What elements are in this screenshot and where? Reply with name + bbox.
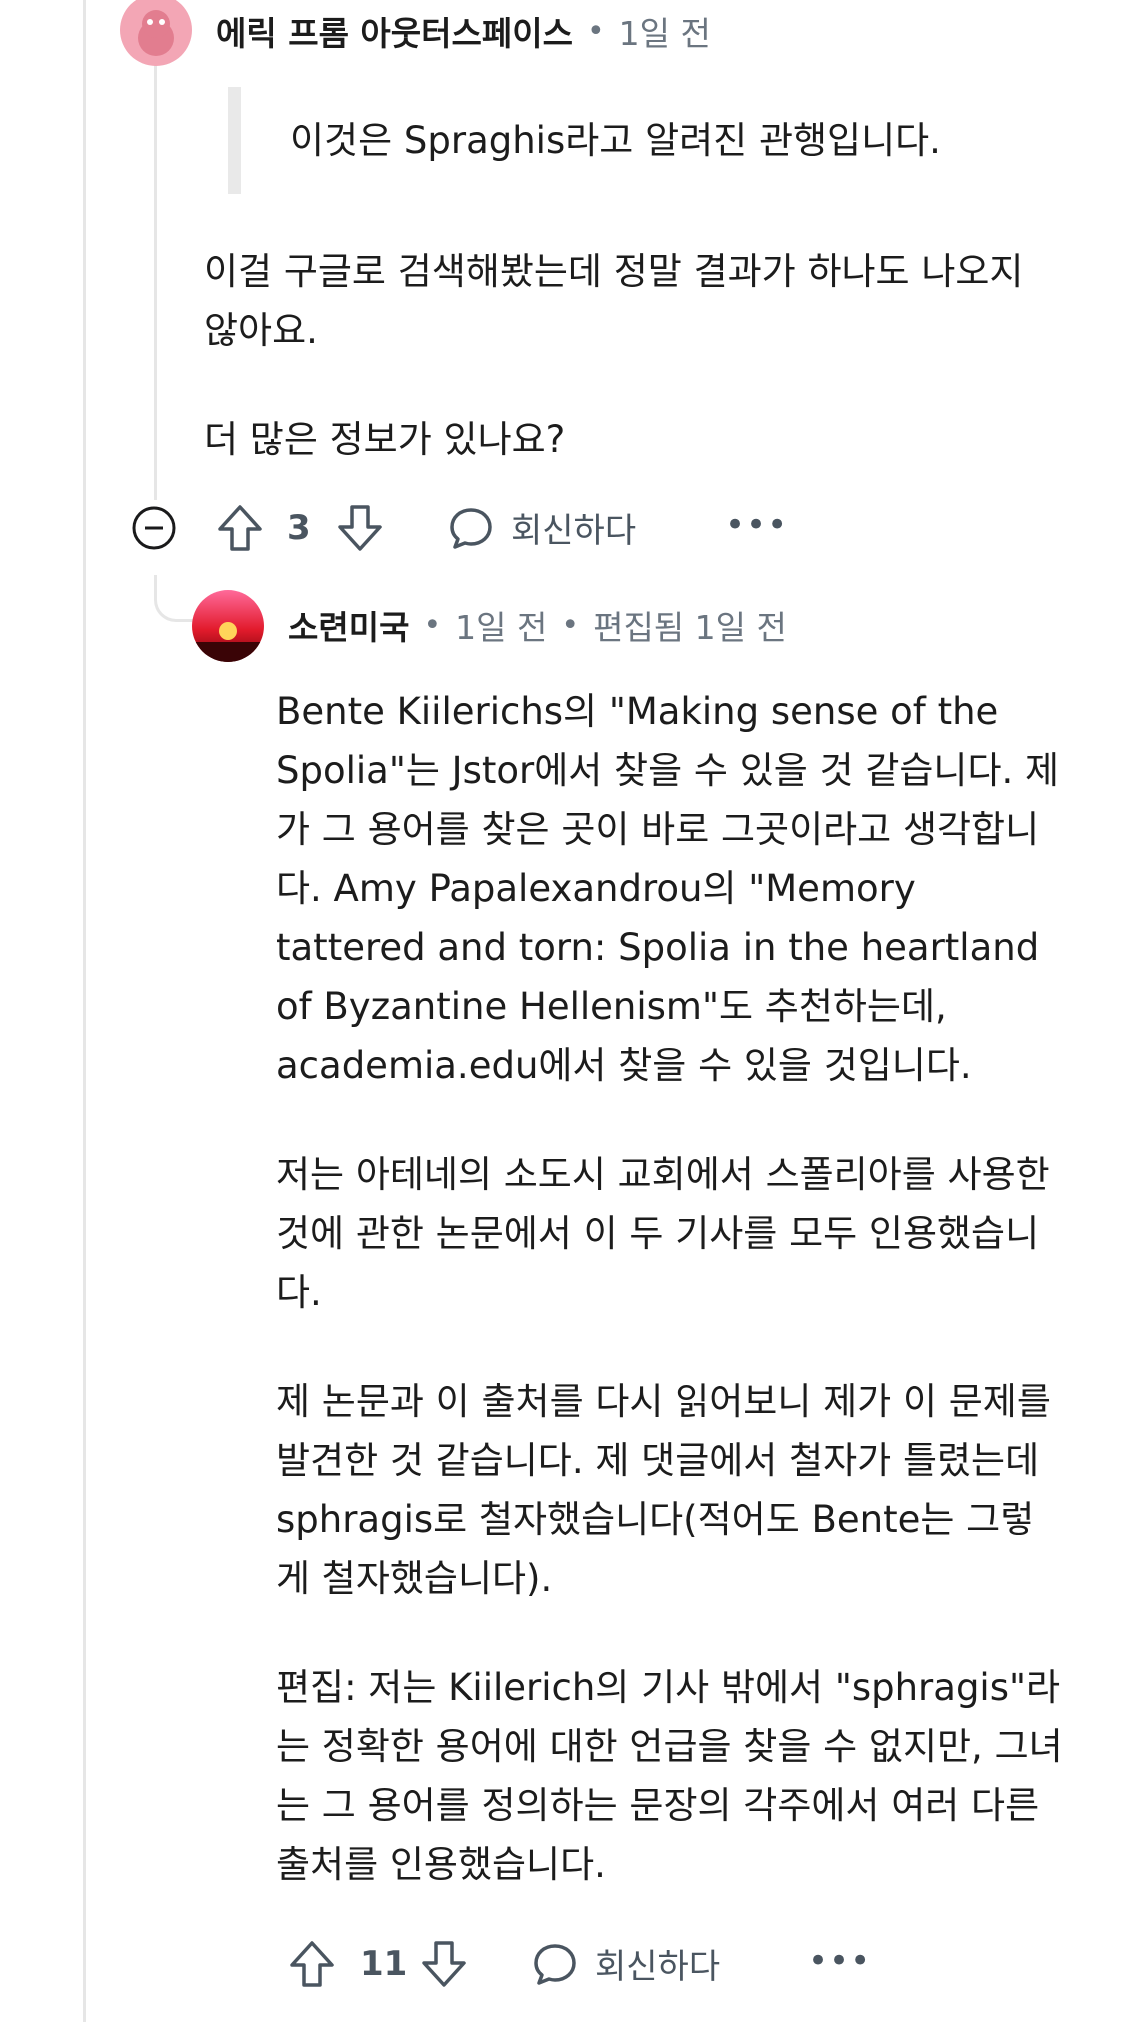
downvote-button[interactable]	[420, 1939, 468, 1989]
upvote-icon	[218, 505, 262, 551]
reply-label: 회신하다	[511, 511, 637, 551]
separator-dot: •	[423, 607, 442, 643]
more-button[interactable]: •••	[725, 505, 788, 545]
comment-paragraph: 제 논문과 이 출처를 다시 읽어보니 제가 이 문제를 발견한 것 같습니다.…	[276, 1380, 1051, 1600]
avatar[interactable]	[192, 590, 264, 662]
outer-thread-line	[83, 0, 86, 2022]
avatar[interactable]	[120, 0, 192, 66]
comment-body: Bente Kiilerichs의 "Making sense of the S…	[276, 682, 1066, 1894]
snoo-avatar-icon	[138, 10, 174, 56]
reply-button[interactable]: 회신하다	[532, 1939, 720, 1988]
comment-paragraph: 저는 아테네의 소도시 교회에서 스폴리아를 사용한 것에 관한 논문에서 이 …	[276, 1153, 1050, 1314]
quote-bar	[228, 87, 241, 194]
vote-count: 11	[360, 1944, 408, 1984]
comment-paragraph: 더 많은 정보가 있나요?	[204, 418, 566, 461]
comment-paragraph: 이걸 구글로 검색해봤는데 정말 결과가 하나도 나오지 않아요.	[204, 250, 1024, 352]
upvote-button[interactable]	[216, 503, 264, 553]
upvote-button[interactable]	[288, 1939, 336, 1989]
reply-connector	[154, 575, 195, 622]
separator-dot: •	[586, 13, 605, 49]
more-button[interactable]: •••	[808, 1941, 871, 1981]
timestamp: 1일 전	[618, 14, 711, 53]
reply-label: 회신하다	[595, 1947, 721, 1987]
comment-bubble-icon	[534, 1943, 576, 1985]
collapse-button[interactable]	[131, 505, 177, 551]
collapse-icon	[132, 506, 176, 550]
reply-thread-line	[154, 60, 157, 500]
blockquote-text: 이것은 Spraghis라고 알려진 관행입니다.	[290, 119, 941, 162]
edited-label: 편집됨 1일 전	[593, 608, 787, 647]
timestamp: 1일 전	[455, 608, 548, 647]
more-icon: •••	[725, 505, 789, 545]
comment-bubble-icon	[450, 507, 492, 549]
more-icon: •••	[808, 1941, 872, 1981]
downvote-button[interactable]	[336, 503, 384, 553]
comment-header: 소련미국 • 1일 전 • 편집됨 1일 전	[288, 602, 787, 648]
comment-paragraph: Bente Kiilerichs의 "Making sense of the S…	[276, 690, 1060, 1087]
comment-header: 에릭 프롬 아웃터스페이스 • 1일 전	[216, 8, 711, 54]
comment-paragraph: 편집: 저는 Kiilerich의 기사 밖에서 "sphragis"라는 정확…	[276, 1666, 1063, 1886]
username[interactable]: 에릭 프롬 아웃터스페이스	[216, 7, 573, 55]
vote-count: 3	[287, 508, 311, 548]
upvote-icon	[290, 1941, 334, 1987]
comment-body: 이걸 구글로 검색해봤는데 정말 결과가 하나도 나오지 않아요. 더 많은 정…	[204, 242, 1044, 469]
downvote-icon	[338, 505, 382, 551]
username[interactable]: 소련미국	[288, 601, 409, 649]
separator-dot: •	[561, 607, 580, 643]
downvote-icon	[422, 1941, 466, 1987]
sunset-avatar-icon	[192, 590, 264, 662]
reply-button[interactable]: 회신하다	[448, 503, 636, 552]
